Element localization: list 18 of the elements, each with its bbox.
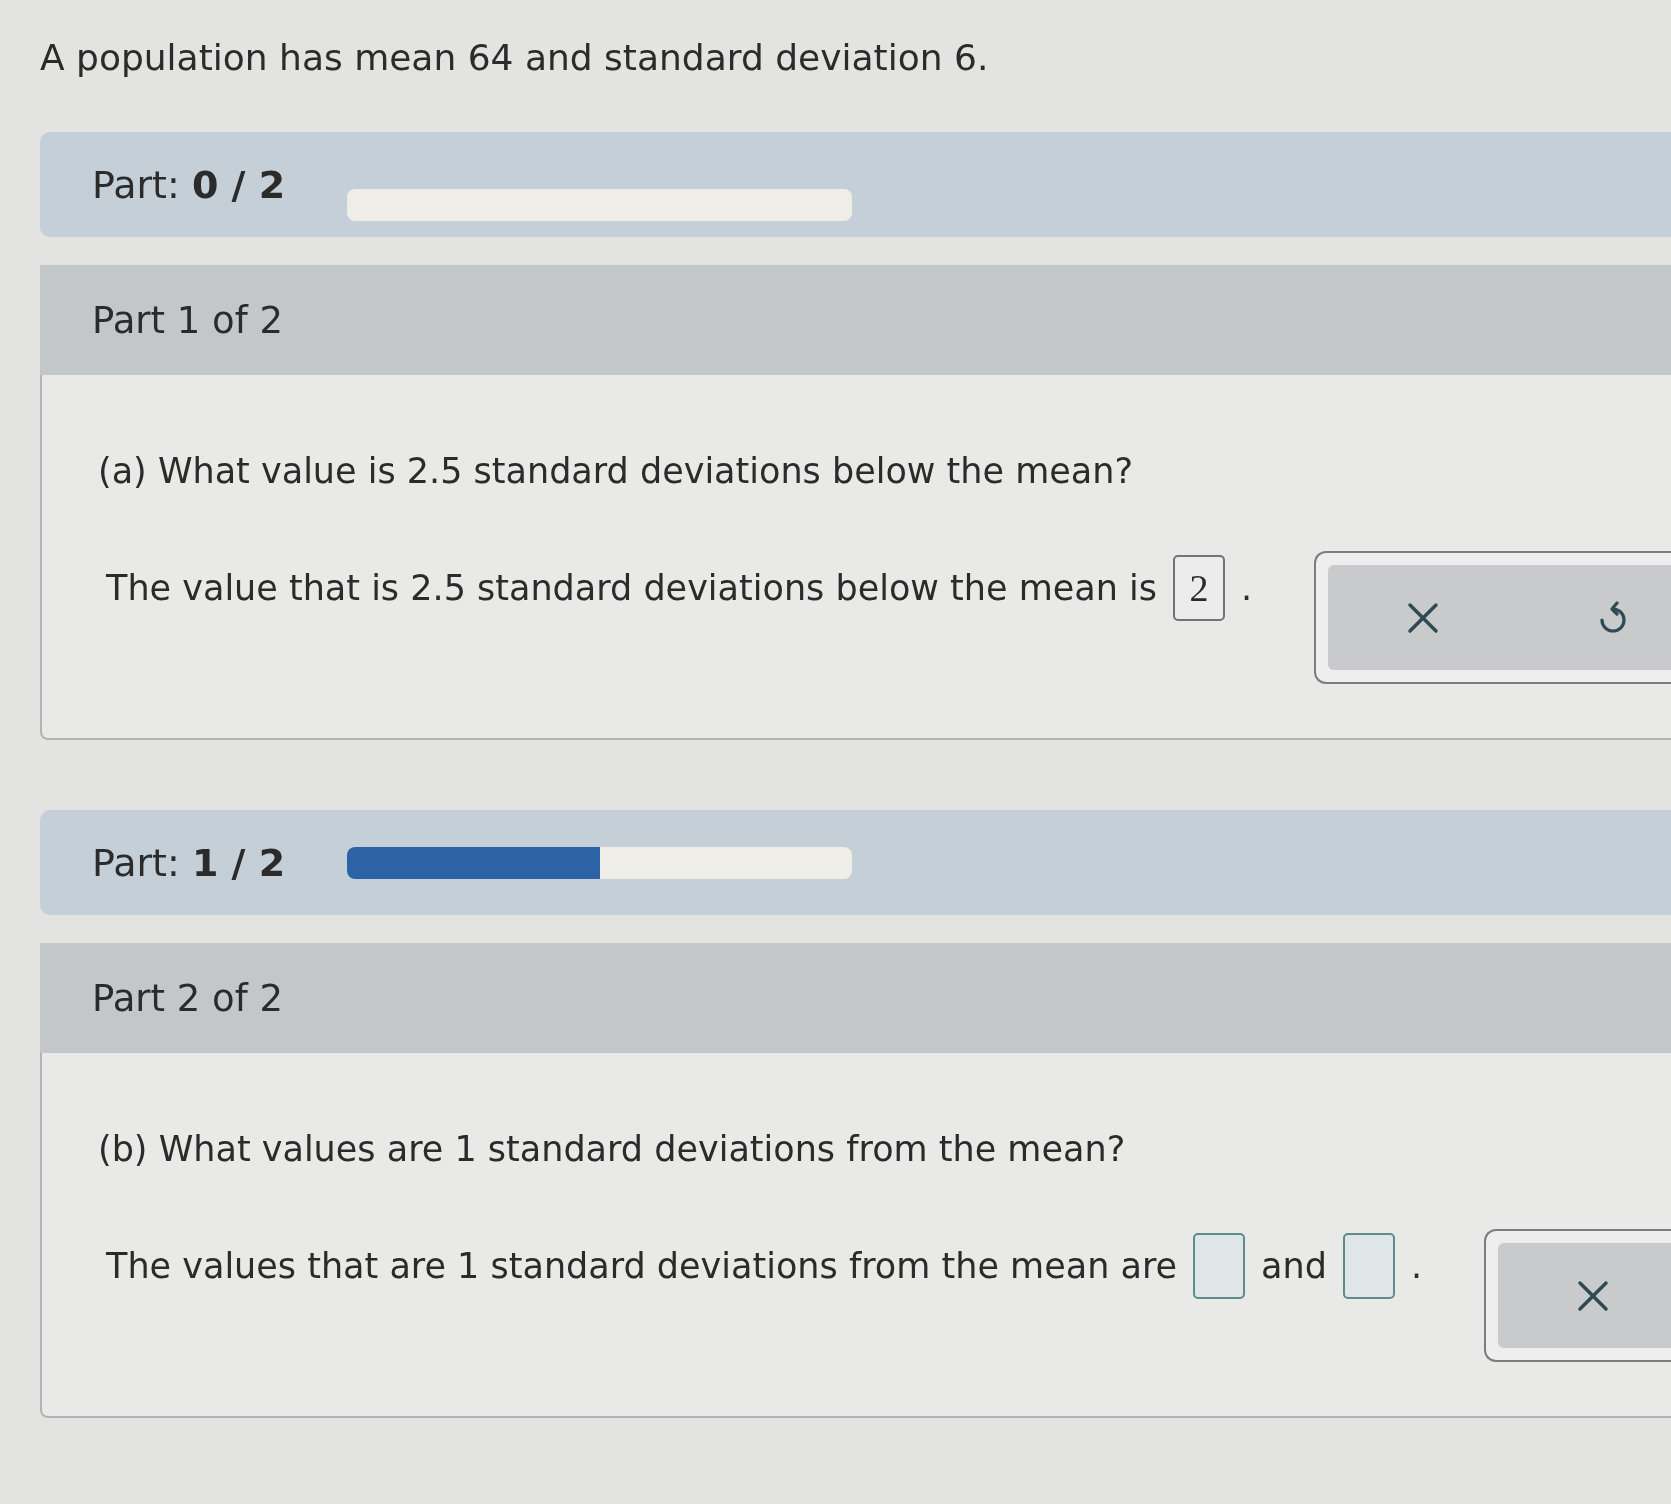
question-text: (b) What values are 1 standard deviations from the mean?	[98, 1128, 1127, 1171]
answer-text: The values that are 1 standard deviations from the mean are	[106, 1246, 1178, 1286]
x-icon	[1407, 601, 1440, 634]
answer-field[interactable]	[1342, 1233, 1395, 1299]
problem-statement: A population has mean 64 and standard deviation 6.	[40, 36, 990, 80]
answer-text: .	[1241, 568, 1253, 608]
undo-icon	[1599, 600, 1628, 635]
part-title: Part 1 of 2	[92, 298, 284, 342]
question-text: (a) What value is 2.5 standard deviations below the mean?	[98, 450, 1134, 493]
answer-text: The value that is 2.5 standard deviations below the mean is	[106, 568, 1157, 608]
answer-field[interactable]	[1193, 1233, 1246, 1299]
progress-label: Part: 1 / 2	[92, 840, 286, 885]
answer-field[interactable]: 2	[1173, 555, 1225, 621]
answer-text: .	[1410, 1246, 1423, 1286]
progress-label: Part: 0 / 2	[92, 162, 286, 207]
x-icon	[1577, 1279, 1610, 1312]
answer-text: and	[1261, 1246, 1327, 1286]
part-title: Part 2 of 2	[92, 976, 284, 1020]
